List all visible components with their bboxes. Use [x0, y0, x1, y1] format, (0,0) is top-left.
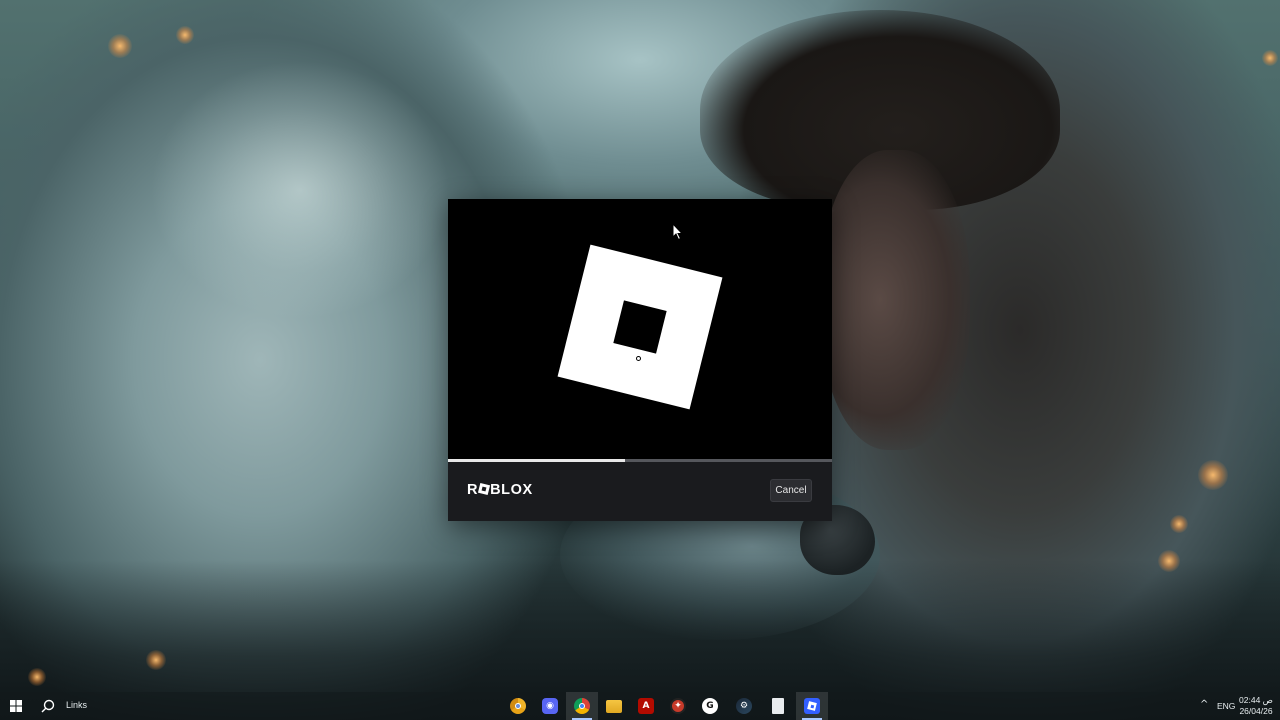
taskbar-app-steam[interactable]: ⚙ — [728, 692, 760, 720]
wallpaper-man-face — [820, 150, 970, 450]
taskbar-app-acrobat[interactable]: A — [630, 692, 662, 720]
roblox-wordmark-text: BLOX — [490, 482, 533, 498]
taskbar-app-roblox[interactable] — [796, 692, 828, 720]
taskbar-app-file-explorer[interactable] — [598, 692, 630, 720]
mouse-cursor-icon — [672, 223, 684, 241]
github-icon: G — [702, 698, 718, 714]
document-icon — [772, 698, 784, 714]
file-explorer-icon — [606, 699, 622, 713]
discord-icon: ◉ — [542, 698, 558, 714]
wallpaper-ember — [108, 34, 132, 58]
tray-overflow-chevron-up-icon[interactable]: ^ — [1200, 699, 1208, 710]
search-button[interactable] — [34, 692, 62, 720]
acrobat-icon: A — [638, 698, 654, 714]
taskbar-app-document[interactable] — [762, 692, 794, 720]
steam-icon: ⚙ — [736, 698, 752, 714]
clock-date: 26/04/26 — [1239, 706, 1273, 716]
cancel-button[interactable]: Cancel — [770, 479, 812, 502]
wallpaper-wolf-fur — [150, 60, 450, 320]
taskbar-app-github[interactable]: G — [694, 692, 726, 720]
wallpaper-ember — [146, 650, 166, 670]
language-indicator[interactable]: ENG — [1217, 701, 1235, 711]
roblox-logo-hole — [613, 300, 667, 354]
taskbar-app-chrome[interactable] — [566, 692, 598, 720]
start-button[interactable] — [0, 692, 32, 720]
wallpaper-ember — [28, 668, 46, 686]
windows-icon — [10, 700, 22, 712]
wallpaper-ember — [176, 26, 194, 44]
wallpaper-ember — [1158, 550, 1180, 572]
taskbar-clock[interactable]: 02:44 ص 26/04/26 — [1236, 695, 1276, 717]
roblox-wordmark: R BLOX — [467, 482, 533, 498]
loading-indicator — [636, 356, 641, 361]
taskbar-app-discord[interactable]: ◉ — [534, 692, 566, 720]
wallpaper-ember — [1262, 50, 1278, 66]
taskbar: Links ◉ A ✦ G ⚙ ^ ENG 02:44 ص 26/04/26 — [0, 692, 1280, 720]
taskbar-app-chrome-canary[interactable] — [502, 692, 534, 720]
wallpaper-ember — [1170, 515, 1188, 533]
taskbar-app-game[interactable]: ✦ — [662, 692, 694, 720]
search-icon — [41, 699, 55, 713]
roblox-icon — [804, 698, 820, 714]
search-box-label[interactable]: Links — [66, 700, 87, 710]
chrome-icon — [574, 698, 590, 714]
game-app-icon: ✦ — [670, 698, 686, 714]
chrome-canary-icon — [510, 698, 526, 714]
wallpaper-ember — [1198, 460, 1228, 490]
launcher-footer: R BLOX Cancel — [448, 462, 832, 521]
clock-time: 02:44 ص — [1239, 695, 1273, 705]
